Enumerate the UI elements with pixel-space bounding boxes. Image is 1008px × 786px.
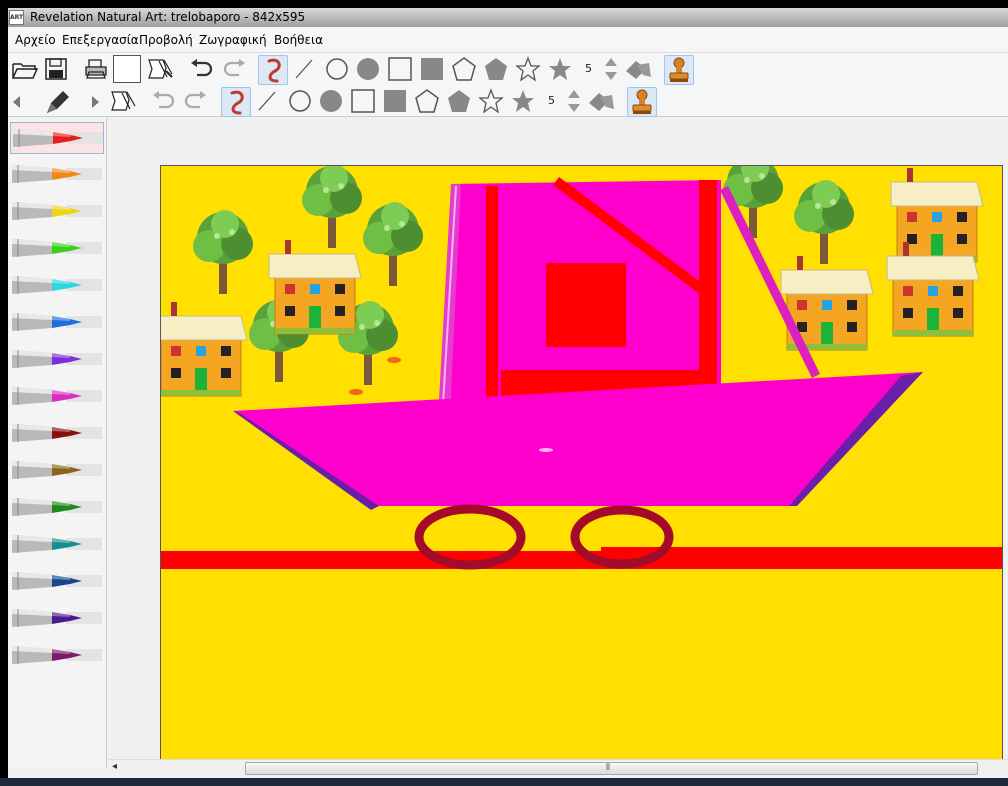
brush-size-stepper-2[interactable] (566, 88, 582, 114)
pen-icon (12, 424, 102, 442)
horizontal-scrollbar[interactable]: ◂ ⦀ (108, 759, 1008, 776)
color-pen-8[interactable] (10, 381, 104, 413)
menu-edit[interactable]: Επεξεργασία (62, 33, 139, 47)
pen-icon (12, 609, 102, 627)
grip-icon: ⦀ (606, 763, 610, 773)
stamp-icon[interactable] (664, 55, 694, 85)
pen-icon (12, 313, 102, 331)
pen-icon (12, 572, 102, 590)
pen-icon (12, 350, 102, 368)
pen-icon (12, 202, 102, 220)
star-filled-icon[interactable] (546, 56, 574, 82)
window-title: Revelation Natural Art: trelobaporo - 84… (30, 10, 306, 24)
app-icon: ART (9, 10, 24, 25)
fill-bucket-icon-2[interactable] (585, 88, 617, 114)
pen-icon (12, 165, 102, 183)
circle-outline-icon-2[interactable] (286, 88, 314, 114)
eraser-page-icon-2[interactable] (108, 88, 142, 114)
circle-outline-icon[interactable] (323, 56, 351, 82)
circle-filled-icon[interactable] (354, 56, 382, 82)
brush-size-value-2: 5 (548, 94, 555, 107)
house (268, 239, 362, 335)
pen-icon (12, 535, 102, 553)
undo-icon-2[interactable] (148, 88, 178, 114)
folder-open-icon[interactable] (10, 56, 40, 82)
rectangle-outline-icon-2[interactable] (349, 88, 377, 114)
rectangle-outline-icon[interactable] (386, 56, 414, 82)
freehand-icon-2[interactable] (221, 87, 251, 117)
blank-page-icon[interactable] (113, 55, 141, 83)
drawing-image (161, 166, 1002, 760)
taskbar (0, 778, 1008, 786)
color-pen-11[interactable] (10, 492, 104, 524)
color-pen-12[interactable] (10, 529, 104, 561)
color-pen-5[interactable] (10, 270, 104, 302)
rectangle-filled-icon[interactable] (418, 56, 446, 82)
scroll-right-icon[interactable] (88, 92, 102, 112)
undo-icon[interactable] (186, 56, 216, 82)
house (161, 301, 248, 397)
line-icon-2[interactable] (254, 88, 280, 114)
brush-size-value: 5 (585, 62, 592, 75)
redo-icon-2[interactable] (181, 88, 211, 114)
secondary-toolbar: 5 (8, 85, 1008, 117)
pentagon-outline-icon[interactable] (450, 56, 478, 82)
color-pen-15[interactable] (10, 640, 104, 672)
color-pen-4[interactable] (10, 233, 104, 265)
pen-icon (12, 646, 102, 664)
rectangle-filled-icon-2[interactable] (381, 88, 409, 114)
color-palette (8, 118, 107, 769)
app-window: ART Revelation Natural Art: trelobaporo … (8, 8, 1008, 778)
fill-bucket-icon[interactable] (622, 56, 654, 82)
pen-tool-icon[interactable] (42, 88, 72, 116)
circle-filled-icon-2[interactable] (317, 88, 345, 114)
star-outline-icon-2[interactable] (477, 88, 505, 114)
drawing-canvas[interactable] (160, 165, 1003, 761)
line-icon[interactable] (291, 56, 317, 82)
scroll-left-arrow-icon[interactable]: ◂ (112, 761, 117, 772)
save-icon[interactable] (42, 56, 70, 82)
canvas-area (108, 118, 1008, 769)
menu-paint[interactable]: Ζωγραφική (199, 33, 267, 47)
pen-icon (12, 498, 102, 516)
pen-icon (12, 239, 102, 257)
menu-file[interactable]: Αρχείο (15, 33, 56, 47)
color-pen-6[interactable] (10, 307, 104, 339)
main-toolbar: 5 (8, 53, 1008, 85)
color-pen-1[interactable] (10, 122, 104, 154)
house (886, 241, 980, 337)
color-pen-9[interactable] (10, 418, 104, 450)
scrollbar-thumb[interactable]: ⦀ (245, 762, 978, 775)
printer-icon[interactable] (82, 56, 110, 82)
pentagon-filled-icon[interactable] (482, 56, 510, 82)
redo-icon[interactable] (220, 56, 250, 82)
freehand-icon[interactable] (258, 55, 288, 85)
color-pen-14[interactable] (10, 603, 104, 635)
pentagon-filled-icon-2[interactable] (445, 88, 473, 114)
color-pen-10[interactable] (10, 455, 104, 487)
eraser-page-icon[interactable] (145, 56, 179, 82)
color-pen-7[interactable] (10, 344, 104, 376)
pen-icon (12, 461, 102, 479)
pen-icon (12, 387, 102, 405)
scroll-left-icon[interactable] (10, 92, 24, 112)
color-pen-2[interactable] (10, 159, 104, 191)
title-bar[interactable]: ART Revelation Natural Art: trelobaporo … (8, 8, 1008, 27)
pen-icon (13, 129, 103, 147)
color-pen-13[interactable] (10, 566, 104, 598)
pentagon-outline-icon-2[interactable] (413, 88, 441, 114)
stamp-icon-2[interactable] (627, 87, 657, 117)
pen-icon (12, 276, 102, 294)
star-outline-icon[interactable] (514, 56, 542, 82)
brush-size-stepper[interactable] (603, 56, 619, 82)
menu-help[interactable]: Βοήθεια (274, 33, 323, 47)
menu-bar: Αρχείο Επεξεργασία Προβολή Ζωγραφική Βοή… (8, 27, 1008, 53)
star-filled-icon-2[interactable] (509, 88, 537, 114)
menu-view[interactable]: Προβολή (139, 33, 193, 47)
color-pen-3[interactable] (10, 196, 104, 228)
